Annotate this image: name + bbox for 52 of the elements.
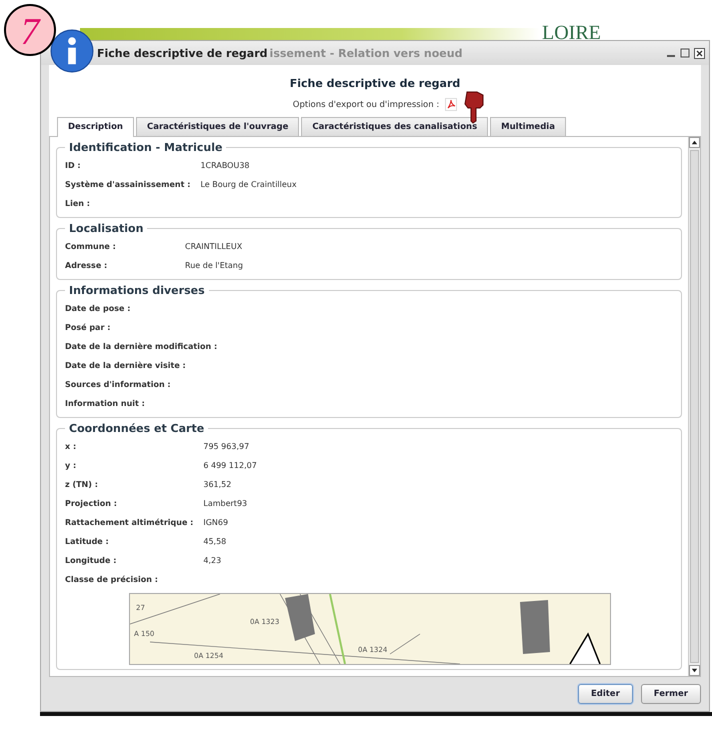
field-label: ID : — [65, 160, 82, 172]
field-value: Rue de l'Etang — [185, 260, 244, 272]
field-value: 1CRABOU38 — [200, 160, 250, 172]
field-label: Date de pose : — [65, 303, 132, 315]
scroll-up-icon[interactable] — [689, 137, 700, 148]
logo-text: LOIRE — [542, 24, 601, 40]
close-icon[interactable] — [694, 48, 705, 58]
field-value: IGN69 — [203, 517, 230, 529]
dialog-button[interactable]: Fermer — [640, 684, 701, 704]
field-label: Commune : — [65, 241, 117, 253]
window-title: Fiche descriptive de regard — [97, 46, 268, 60]
section-title: Localisation — [68, 222, 144, 235]
sheet-heading: Fiche descriptive de regard — [290, 77, 460, 90]
field-label: z (TN) : — [65, 479, 99, 491]
section-title: Identification - Matricule — [68, 141, 224, 154]
field-label: Projection : — [65, 498, 118, 510]
scroll-down-icon[interactable] — [689, 665, 700, 676]
field-label: Date de la dernière visite : — [65, 360, 187, 372]
field-value: 6 499 112,07 — [203, 460, 258, 472]
maximize-icon[interactable] — [680, 48, 690, 58]
pdf-icon[interactable] — [445, 98, 458, 111]
export-options-label: Options d'export ou d'impression : — [292, 100, 440, 110]
field-value: Lambert93 — [203, 498, 248, 510]
field-label: Système d'assainissement : — [65, 179, 190, 191]
background-window-title: issement - Relation vers noeud — [270, 46, 462, 60]
field-label: Longitude : — [65, 555, 118, 567]
field-label: Lien : — [65, 198, 91, 210]
field-label: Information nuit : — [65, 398, 146, 410]
field-label: Latitude : — [65, 536, 110, 548]
field-label: Rattachement altimétrique : — [65, 517, 194, 529]
section-title: Informations diverses — [68, 284, 206, 297]
field-label: Sources d'information : — [65, 379, 172, 391]
section-title: Coordonnées et Carte — [68, 422, 206, 435]
field-value: 45,58 — [203, 536, 228, 548]
tab[interactable]: Caractéristiques de l'ouvrage — [136, 117, 300, 136]
dialog-button[interactable]: Editer — [578, 684, 633, 704]
tab[interactable]: Description — [57, 117, 134, 137]
field-label: x : — [65, 441, 78, 453]
step-number-badge: 7 — [4, 4, 56, 56]
field-label: y : — [65, 460, 78, 472]
field-label: Classe de précision : — [65, 574, 159, 586]
field-label: Adresse : — [65, 260, 108, 272]
scrollbar[interactable] — [688, 137, 700, 676]
tab[interactable]: Caractéristiques des canalisations — [301, 117, 488, 136]
field-value: 795 963,97 — [203, 441, 250, 453]
tab[interactable]: Multimedia — [490, 117, 566, 136]
field-value: 4,23 — [203, 555, 222, 567]
field-value: 361,52 — [203, 479, 232, 491]
field-label: Date de la dernière modification : — [65, 341, 218, 353]
field-value: Le Bourg de Craintilleux — [200, 179, 298, 191]
field-value: CRAINTILLEUX — [185, 241, 244, 253]
field-label: Posé par : — [65, 322, 112, 334]
